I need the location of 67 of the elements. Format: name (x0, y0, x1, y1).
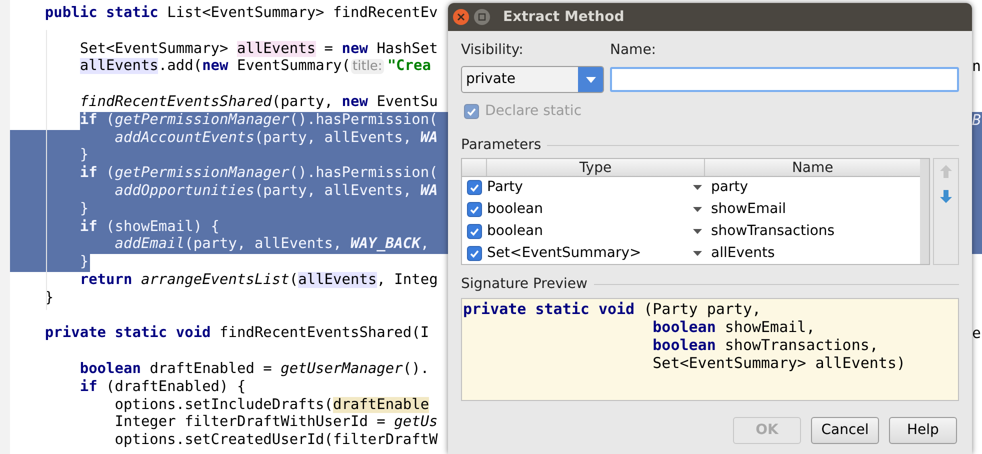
code-line: if (getPermissionManager().hasPermission( (78, 165, 438, 182)
code-fragment: n (972, 57, 981, 76)
close-icon (457, 13, 465, 21)
caret-icon (586, 76, 596, 82)
code-line: boolean draftEnabled = getUserManager(). (78, 360, 430, 377)
name-label: Name: (610, 41, 658, 60)
code-line: public static List<EventSummary> findRecentEv (44, 5, 438, 21)
checkmark-icon (469, 204, 480, 216)
name-field[interactable] (610, 67, 959, 92)
type-cell-text: Party (487, 178, 524, 198)
code-line: if (showEmail) { (78, 218, 220, 235)
declare-static-label: Declare static (485, 102, 582, 121)
code-line: Set<EventSummary> allEvents = new HashSet (78, 40, 438, 57)
parameter-checkbox[interactable] (467, 224, 482, 239)
code-fragment: B (972, 110, 981, 129)
type-cell-text: Set<EventSummary> (487, 244, 642, 263)
dropdown-caret-icon[interactable] (693, 185, 702, 190)
code-line: options.setCreatedUserId(filterDraftW (114, 432, 438, 448)
signature-preview-label: Signature Preview (461, 275, 588, 294)
code-line: if (draftEnabled) { (78, 378, 246, 395)
window-title: Extract Method (503, 8, 624, 26)
checkmark-icon (469, 182, 480, 194)
dialog-button[interactable]: Help (889, 417, 957, 444)
maximize-button[interactable] (474, 9, 490, 25)
code-line: findRecentEventsShared(party, new EventSu (78, 94, 438, 110)
code-line: addAccountEvents(party, allEvents, WA (114, 130, 438, 146)
code-line: allEvents.add(new EventSummary(title: "Crea (78, 58, 431, 74)
signature-preview: private static void (Party party, boolean showEmail, boolean showTransactions, Set<EventSummary> allEvents) (461, 298, 959, 401)
dropdown-caret-icon[interactable] (693, 207, 702, 212)
scrollbar[interactable] (920, 159, 930, 264)
parameter-checkbox[interactable] (467, 180, 482, 196)
code-line: return arrangeEventsList(allEvents, Integ (78, 272, 438, 288)
parameter-hint: title: (350, 59, 384, 74)
name-cell-text: showTransactions (710, 222, 836, 241)
column-header[interactable]: Type (487, 159, 705, 176)
name-cell-text: party (710, 178, 749, 198)
visibility-label: Visibility: (461, 41, 524, 60)
type-cell-text: boolean (487, 200, 544, 220)
close-button[interactable] (453, 9, 469, 25)
parameter-checkbox[interactable] (467, 246, 482, 261)
checkmark-icon (466, 106, 477, 117)
parameter-checkbox[interactable] (467, 202, 482, 218)
name-cell-text: showEmail (710, 200, 788, 220)
checkmark-icon (469, 248, 480, 259)
code-line: } (44, 290, 54, 306)
dialog-button[interactable]: Cancel (811, 417, 879, 444)
selection-highlight (972, 236, 982, 254)
visibility-dropdown[interactable]: private (461, 66, 604, 93)
column-header[interactable]: Name (705, 159, 920, 176)
type-cell-text: boolean (487, 222, 544, 241)
name-cell-text: allEvents (710, 244, 776, 263)
parameters-label: Parameters (461, 136, 542, 155)
code-line: options.setIncludeDrafts(draftEnable (114, 396, 430, 413)
move-down-icon[interactable] (940, 190, 952, 203)
code-line: Integer filterDraftWithUserId = getUs (114, 414, 438, 430)
code-line: private static void findRecentEventsShared(I (44, 325, 430, 342)
checkmark-icon (469, 226, 480, 237)
dropdown-caret-icon[interactable] (693, 250, 702, 256)
code-line: addEmail(party, allEvents, WAY_BACK, (114, 236, 430, 252)
dropdown-caret-icon[interactable] (693, 228, 702, 234)
code-line: if (getPermissionManager().hasPermission( (80, 112, 438, 128)
code-line: } (78, 147, 89, 164)
code-line: addOpportunities(party, allEvents, WA (114, 182, 438, 199)
maximize-icon (478, 13, 486, 21)
code-fragment: e (972, 324, 981, 342)
code-line: } (78, 200, 89, 217)
code-line: } (78, 254, 89, 270)
